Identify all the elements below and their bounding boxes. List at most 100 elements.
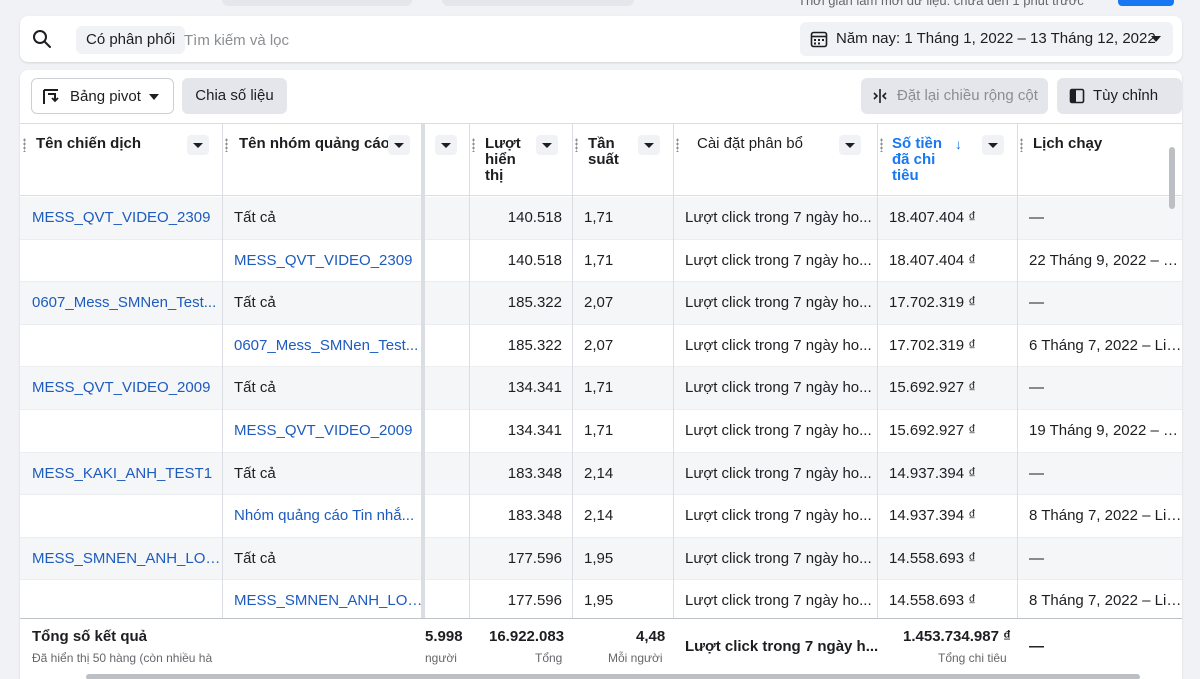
- table-row[interactable]: Nhóm quảng cáo Tin nhắ... 183.348 2,14 Lượt…: [20, 495, 1182, 538]
- cell-schedule: —: [1029, 209, 1044, 226]
- cell-amount-spent: 14.558.693 ₫: [889, 549, 976, 567]
- chevron-down-icon[interactable]: [388, 135, 410, 155]
- cell-frequency: 2,07: [584, 294, 614, 312]
- chevron-down-icon[interactable]: [536, 135, 558, 155]
- top-tab[interactable]: [442, 0, 634, 6]
- cell-frequency: 1,71: [584, 209, 614, 226]
- cell-frequency: 1,71: [584, 251, 614, 269]
- cell-adset-name[interactable]: MESS_SMNEN_ANH_LOO...: [222, 580, 423, 622]
- cell-schedule: 8 Tháng 7, 2022 – Liên t: [1029, 507, 1182, 525]
- chevron-down-icon[interactable]: [187, 135, 209, 155]
- drag-handle-icon[interactable]: [225, 138, 228, 152]
- table-row[interactable]: 0607_Mess_SMNen_Test... Tất cả 185.322 2,07…: [20, 282, 1182, 325]
- cell-frequency: 2,14: [584, 507, 614, 525]
- totals-frequency-sub: Mỗi người: [608, 651, 663, 665]
- chevron-down-icon[interactable]: [435, 135, 457, 155]
- drag-handle-icon[interactable]: [472, 138, 475, 152]
- column-divider: [572, 123, 573, 679]
- delivery-filter-chip[interactable]: Có phân phối: [76, 26, 186, 54]
- cell-campaign-name[interactable]: MESS_QVT_VIDEO_2009: [20, 367, 222, 409]
- cell-amount-spent: 14.937.394 ₫: [889, 507, 976, 525]
- totals-attribution: Lượt click trong 7 ngày h...: [685, 638, 879, 655]
- drag-handle-icon[interactable]: [676, 138, 679, 152]
- table-row[interactable]: MESS_QVT_VIDEO_2309 Tất cả 140.518 1,71 Lượt…: [20, 197, 1182, 240]
- cell-amount-spent: 14.558.693 ₫: [889, 592, 976, 610]
- customize-label: Tùy chỉnh: [1093, 87, 1159, 104]
- totals-reach: 5.998: [425, 628, 463, 645]
- drag-handle-icon[interactable]: [1020, 138, 1023, 152]
- header-adset-name[interactable]: Tên nhóm quảng cáo: [222, 123, 423, 196]
- cell-frequency: 1,71: [584, 422, 614, 439]
- cell-impressions: 185.322: [507, 336, 562, 354]
- cell-amount-spent: 18.407.404 ₫: [889, 209, 976, 226]
- column-divider: [469, 123, 470, 679]
- table-row[interactable]: MESS_QVT_VIDEO_2009 Tất cả 134.341 1,71 Lượt…: [20, 367, 1182, 410]
- drag-handle-icon[interactable]: [575, 138, 578, 152]
- cell-attribution-setting: Lượt click trong 7 ngày ho...: [685, 549, 872, 567]
- cell-schedule: —: [1029, 464, 1044, 482]
- cell-frequency: 2,07: [584, 336, 614, 354]
- customize-button[interactable]: Tùy chỉnh: [1057, 78, 1182, 114]
- totals-rows-shown: Đã hiển thị 50 hàng (còn nhiều hà: [32, 651, 213, 665]
- header-frequency[interactable]: Tần suất: [572, 123, 673, 196]
- header-amount-spent[interactable]: Số tiền đã chi tiêu ↓: [877, 123, 1017, 196]
- chevron-down-icon: [1151, 36, 1161, 42]
- cell-campaign-name[interactable]: MESS_KAKI_ANH_TEST1: [20, 453, 222, 495]
- header-impressions[interactable]: Lượt hiển thị: [469, 123, 572, 196]
- totals-label: Tổng số kết quả: [32, 628, 148, 645]
- header-schedule[interactable]: Lịch chạy: [1017, 123, 1182, 196]
- cell-impressions: 134.341: [507, 379, 562, 397]
- horizontal-scrollbar[interactable]: [86, 674, 1140, 679]
- cell-campaign-name[interactable]: 0607_Mess_SMNen_Test...: [20, 282, 222, 324]
- date-range-picker[interactable]: Năm nay: 1 Tháng 1, 2022 – 13 Tháng 12, …: [800, 22, 1173, 56]
- totals-row: Tổng số kết quả Đã hiển thị 50 hàng (còn…: [20, 618, 1182, 678]
- cell-attribution-setting: Lượt click trong 7 ngày ho...: [685, 464, 872, 482]
- sort-descending-icon[interactable]: ↓: [955, 136, 962, 152]
- cell-impressions: 183.348: [507, 464, 562, 482]
- table-row[interactable]: MESS_QVT_VIDEO_2309 140.518 1,71 Lượt click…: [20, 240, 1182, 283]
- split-metrics-button[interactable]: Chia số liệu: [182, 78, 287, 114]
- drag-handle-icon[interactable]: [880, 138, 883, 152]
- reset-column-width-button[interactable]: Đặt lại chiều rộng cột: [861, 78, 1048, 114]
- cell-attribution-setting: Lượt click trong 7 ngày ho...: [685, 422, 872, 439]
- cell-attribution-setting: Lượt click trong 7 ngày ho...: [685, 294, 872, 312]
- cell-frequency: 2,14: [584, 464, 614, 482]
- chevron-down-icon[interactable]: [982, 135, 1004, 155]
- top-primary-button[interactable]: [1118, 0, 1174, 6]
- cell-campaign-name: [20, 580, 222, 622]
- column-divider: [877, 123, 878, 679]
- pivot-table-button[interactable]: Bảng pivot: [31, 78, 174, 114]
- table-row[interactable]: MESS_QVT_VIDEO_2009 134.341 1,71 Lượt click…: [20, 410, 1182, 453]
- cell-schedule: —: [1029, 294, 1044, 312]
- calendar-icon: [810, 31, 828, 48]
- header-attribution-setting[interactable]: Cài đặt phân bổ: [673, 123, 877, 196]
- cell-impressions: 140.518: [507, 251, 562, 269]
- header-reach[interactable]: [423, 123, 469, 196]
- search-input[interactable]: [184, 26, 684, 54]
- header-campaign-name[interactable]: Tên chiến dịch: [20, 123, 222, 196]
- drag-handle-icon[interactable]: [23, 138, 26, 152]
- cell-adset-name: Tất cả: [234, 549, 276, 567]
- cell-campaign-name: [20, 240, 222, 282]
- cell-adset-name[interactable]: MESS_QVT_VIDEO_2309: [222, 240, 423, 282]
- table-row[interactable]: MESS_SMNEN_ANH_LOO... Tất cả 177.596 1,95 Lư…: [20, 537, 1182, 581]
- cell-schedule: 6 Tháng 7, 2022 – Liên t: [1029, 336, 1182, 354]
- cell-amount-spent: 14.937.394 ₫: [889, 464, 976, 482]
- column-divider: [673, 123, 674, 679]
- frozen-column-divider[interactable]: [421, 123, 425, 679]
- table-row[interactable]: MESS_SMNEN_ANH_LOO... 177.596 1,95 Lượt cli…: [20, 580, 1182, 623]
- vertical-scrollbar[interactable]: [1169, 147, 1175, 209]
- chevron-down-icon[interactable]: [839, 135, 861, 155]
- cell-campaign-name: [20, 410, 222, 452]
- chevron-down-icon[interactable]: [638, 135, 660, 155]
- table-row[interactable]: MESS_KAKI_ANH_TEST1 Tất cả 183.348 2,14 Lượt…: [20, 452, 1182, 496]
- cell-adset-name[interactable]: MESS_QVT_VIDEO_2009: [222, 410, 423, 452]
- cell-adset-name: Tất cả: [234, 209, 276, 226]
- cell-attribution-setting: Lượt click trong 7 ngày ho...: [685, 507, 872, 525]
- table-row[interactable]: 0607_Mess_SMNen_Test... 185.322 2,07 Lượt c…: [20, 325, 1182, 368]
- cell-campaign-name[interactable]: MESS_QVT_VIDEO_2309: [20, 197, 222, 239]
- top-tab[interactable]: [222, 0, 412, 6]
- cell-adset-name[interactable]: 0607_Mess_SMNen_Test...: [222, 325, 423, 367]
- cell-campaign-name[interactable]: MESS_SMNEN_ANH_LOO...: [20, 538, 222, 580]
- cell-adset-name[interactable]: Nhóm quảng cáo Tin nhắ...: [222, 495, 423, 537]
